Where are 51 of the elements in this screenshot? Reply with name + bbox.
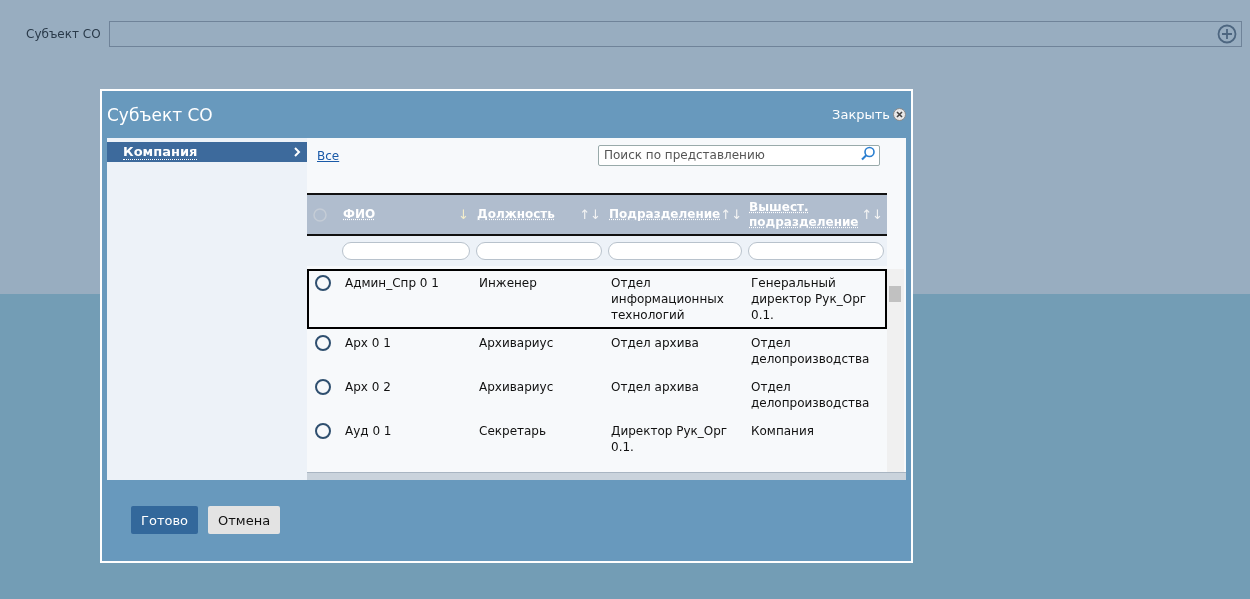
close-icon[interactable] [893, 108, 906, 121]
table-cell-text: Арх 0 2 [344, 379, 392, 397]
sort-icon[interactable]: ↑↓ [579, 207, 601, 223]
table-cell-text: Админ_Спр 0 1 [344, 275, 440, 293]
table-cell-text: Ауд 0 1 [344, 423, 393, 441]
table-cell-text: Генеральный директор Рук_Орг 0.1. [750, 275, 868, 324]
sort-icon[interactable]: ↑↓ [861, 207, 883, 223]
close-button[interactable]: Закрыть [832, 107, 906, 122]
row-radio[interactable] [315, 335, 331, 352]
table-cell-text: Архивариус [478, 335, 555, 353]
sort-icon[interactable]: ↑↓ [720, 207, 743, 223]
table-cell-text: Арх 0 1 [344, 335, 392, 353]
table-cell-text: Компания [750, 423, 815, 441]
all-link[interactable]: Все [317, 149, 340, 163]
table-row[interactable]: Арх 0 1 Архивариус Отдел архива Отдел делопроизводства [307, 329, 887, 374]
column-header[interactable]: Должность [477, 207, 555, 223]
done-button[interactable]: Готово [131, 506, 199, 534]
table-cell-text: Секретарь [478, 423, 548, 441]
column-filter-field[interactable] [608, 242, 742, 261]
column-header[interactable]: Вышест. подразделение [749, 199, 862, 230]
column-header[interactable]: ФИО [343, 207, 376, 223]
search-icon[interactable] [859, 145, 877, 163]
table-row[interactable]: Арх 0 2 Архивариус Отдел архива Отдел делопроизводства [307, 373, 887, 418]
sort-icon[interactable]: ↓ [458, 207, 469, 223]
table-cell-text: Инженер [478, 275, 538, 293]
scrollbar[interactable] [887, 269, 904, 473]
table-cell-text: Отдел делопроизводства [750, 335, 871, 368]
add-icon[interactable] [1217, 24, 1237, 44]
table-cell-text: Директор Рук_Орг 0.1. [610, 423, 729, 456]
table-cell-text: Отдел архива [610, 335, 700, 353]
table-cell-text: Отдел делопроизводства [750, 379, 871, 412]
table-cell-text: Архивариус [478, 379, 555, 397]
subject-field[interactable] [108, 21, 1242, 47]
chevron-right-icon[interactable] [293, 147, 301, 157]
column-header[interactable]: Подразделение [609, 207, 721, 223]
resize-grip[interactable] [307, 472, 906, 480]
column-filter-field[interactable] [342, 242, 470, 261]
row-radio[interactable] [315, 275, 331, 292]
table-row[interactable]: Админ_Спр 0 1 Инженер Отдел информационных технологий Генеральный директор Рук_Орг 0.1. [307, 269, 887, 330]
search-field[interactable]: Поиск по представлению [598, 144, 880, 166]
table-cell-text: Отдел информационных технологий [610, 275, 725, 324]
cancel-button[interactable]: Отмена [208, 506, 281, 534]
column-filter-field[interactable] [748, 242, 884, 261]
field-label: Субъект СО [26, 27, 101, 41]
table-row[interactable]: Ауд 0 1 Секретарь Директор Рук_Орг 0.1. Компания [307, 417, 887, 462]
row-radio[interactable] [315, 379, 331, 396]
column-filter-field[interactable] [476, 242, 602, 261]
table-cell-text: Отдел архива [610, 379, 700, 397]
row-radio[interactable] [315, 423, 331, 440]
dialog-title: Субъект СО [107, 104, 213, 125]
sidebar-item[interactable]: Компания [107, 142, 307, 162]
